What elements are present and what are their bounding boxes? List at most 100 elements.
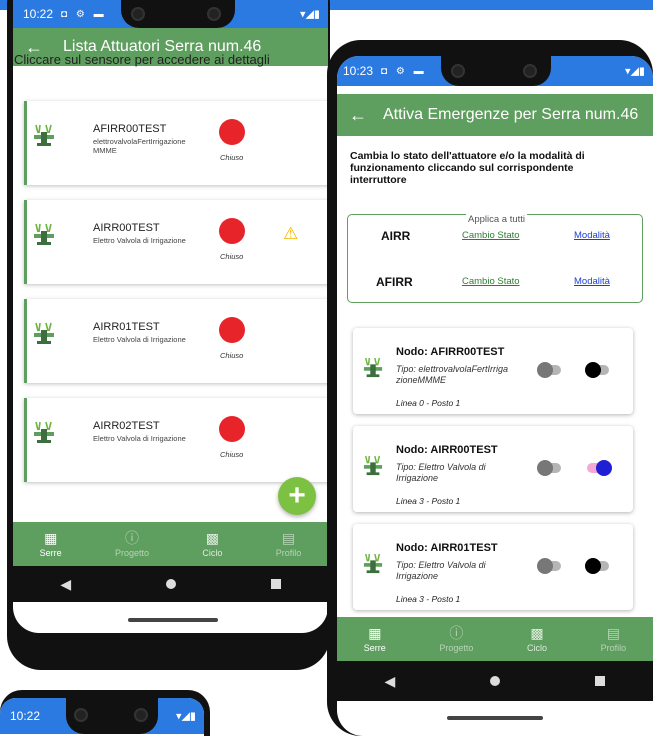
front-camera-icon	[451, 64, 465, 78]
state-toggle[interactable]	[537, 362, 561, 378]
front-camera-icon	[131, 7, 145, 21]
front-camera-icon	[523, 64, 537, 78]
bottom-phone: 10:22 ▾◢▮	[0, 690, 210, 736]
node-title: Nodo: AIRR01TEST	[396, 542, 498, 554]
front-camera-icon	[74, 708, 88, 722]
page-title: Attiva Emergenze per Serra num.46	[383, 106, 639, 123]
status-bar: 10:22 ◘ ⚙ ▬ ▾◢▮	[13, 0, 328, 28]
system-back-icon[interactable]: ◀	[60, 576, 71, 593]
status-indicator	[219, 119, 245, 145]
greenhouse-icon: ▦	[368, 625, 382, 641]
camera-notch	[441, 56, 551, 86]
instruction-text: Cliccare sul sensore per accedere ai det…	[14, 52, 270, 67]
system-recents-icon[interactable]	[595, 676, 606, 686]
nav-label: Ciclo	[202, 548, 223, 558]
calendar-icon: ▩	[205, 530, 220, 546]
status-indicator	[219, 416, 245, 442]
signal-battery-icon: ▾◢▮	[624, 65, 645, 78]
nav-item-profilo[interactable]: ▤ Profilo	[276, 530, 302, 558]
nav-label: Serre	[363, 643, 386, 653]
nav-label: Progetto	[115, 548, 150, 558]
node-type: Tipo: Elettro Valvola di Irrigazione	[396, 560, 486, 581]
actuator-card[interactable]: AIRR02TEST Elettro Valvola di Irrigazion…	[24, 398, 328, 482]
sprinkler-icon	[34, 322, 54, 344]
nav-label: Ciclo	[527, 643, 548, 653]
mode-link[interactable]: Modalità	[574, 230, 610, 241]
status-bar: 10:23 ◘ ⚙ ▬ ▾◢▮	[337, 56, 653, 86]
nav-item-serre[interactable]: ▦ Serre	[40, 530, 62, 558]
bottom-screen: 10:22 ▾◢▮	[0, 698, 204, 736]
gesture-bar	[128, 618, 218, 622]
toggle-knob	[537, 460, 553, 476]
greenhouse-icon: ▦	[44, 530, 58, 546]
system-recents-icon[interactable]	[270, 579, 281, 589]
screenshot-root: 10:22 ◘ ⚙ ▬ ▾◢▮ ← Lista Attuatori Serra …	[0, 0, 653, 736]
actuator-description: elettrovalvolaFertIrrigazioneMMME	[93, 137, 186, 155]
actuator-description: Elettro Valvola di Irrigazione	[93, 335, 186, 344]
profile-icon: ▤	[606, 625, 621, 641]
nav-label: Profilo	[275, 548, 302, 558]
actuator-name: AIRR02TEST	[93, 420, 160, 432]
profile-icon: ▤	[281, 530, 296, 546]
change-state-link[interactable]: Cambio Stato	[462, 276, 520, 287]
nav-item-progetto[interactable]: ⓘ Progetto	[115, 530, 149, 558]
back-arrow-icon[interactable]: ←	[349, 105, 369, 126]
left-screen: 10:22 ◘ ⚙ ▬ ▾◢▮ ← Lista Attuatori Serra …	[13, 0, 328, 633]
warning-icon: ⚠	[283, 224, 299, 243]
change-state-link[interactable]: Cambio Stato	[462, 230, 520, 241]
system-back-icon[interactable]: ◀	[385, 673, 396, 690]
mode-link[interactable]: Modalità	[574, 276, 610, 287]
mode-toggle[interactable]	[585, 362, 609, 378]
nav-item-ciclo[interactable]: ▩ Ciclo	[527, 625, 547, 653]
state-toggle[interactable]	[537, 460, 561, 476]
actuator-name: AIRR00TEST	[93, 222, 160, 234]
status-label: Chiuso	[220, 153, 244, 162]
nav-item-ciclo[interactable]: ▩ Ciclo	[202, 530, 222, 558]
nav-item-progetto[interactable]: ⓘ Progetto	[439, 625, 473, 653]
toggle-knob	[596, 460, 612, 476]
node-location: Linea 0 - Posto 1	[396, 398, 461, 408]
calendar-icon: ▩	[530, 625, 544, 641]
status-time: 10:23	[343, 64, 374, 78]
nav-label: Progetto	[439, 643, 474, 653]
toggle-knob	[537, 558, 553, 574]
actuator-description: Elettro Valvola di Irrigazione	[93, 236, 186, 245]
front-camera-icon	[207, 7, 221, 21]
status-time: 10:22	[23, 7, 54, 21]
info-icon: ⓘ	[449, 625, 464, 641]
nav-item-profilo[interactable]: ▤ Profilo	[601, 625, 627, 653]
status-indicator	[219, 218, 245, 244]
nav-item-serre[interactable]: ▦ Serre	[364, 625, 386, 653]
mode-toggle[interactable]	[587, 460, 612, 476]
status-notification-icons: ◘ ⚙ ▬	[61, 8, 107, 20]
camera-notch	[66, 698, 158, 734]
actuator-name: AIRR01TEST	[93, 321, 160, 333]
system-home-icon[interactable]	[490, 676, 501, 686]
sprinkler-icon	[34, 421, 54, 443]
bottom-nav: ▦ Serre ⓘ Progetto ▩ Ciclo ▤ Profilo	[13, 522, 328, 566]
node-type: Tipo: elettrovalvolaFertIrriga zioneMMME	[396, 364, 508, 385]
nav-label: Profilo	[600, 643, 627, 653]
system-home-icon[interactable]	[165, 579, 176, 589]
sprinkler-icon	[363, 455, 383, 476]
state-toggle[interactable]	[537, 558, 561, 574]
node-title: Nodo: AIRR00TEST	[396, 444, 498, 456]
nav-label: Serre	[39, 548, 62, 558]
info-icon: ⓘ	[125, 530, 140, 546]
node-location: Linea 3 - Posto 1	[396, 496, 461, 506]
actuator-card[interactable]: AIRR01TEST Elettro Valvola di Irrigazion…	[24, 299, 328, 383]
add-actuator-button[interactable]: +	[278, 477, 316, 515]
sprinkler-icon	[363, 357, 383, 378]
instruction-text: Cambia lo stato dell'attuatore e/o la mo…	[350, 150, 585, 186]
actuator-card[interactable]: AIRR00TEST Elettro Valvola di Irrigazion…	[24, 200, 328, 284]
actuator-card[interactable]: AFIRR00TEST elettrovalvolaFertIrrigazion…	[24, 101, 328, 185]
group-label-airr: AIRR	[381, 229, 411, 243]
actuator-name: AFIRR00TEST	[93, 123, 167, 135]
node-location: Linea 3 - Posto 1	[396, 594, 461, 604]
node-title: Nodo: AFIRR00TEST	[396, 346, 505, 358]
left-phone: 10:22 ◘ ⚙ ▬ ▾◢▮ ← Lista Attuatori Serra …	[7, 0, 330, 670]
system-nav-bar: ◀	[337, 661, 653, 701]
toggle-knob	[537, 362, 553, 378]
sprinkler-icon	[363, 553, 383, 574]
mode-toggle[interactable]	[585, 558, 609, 574]
